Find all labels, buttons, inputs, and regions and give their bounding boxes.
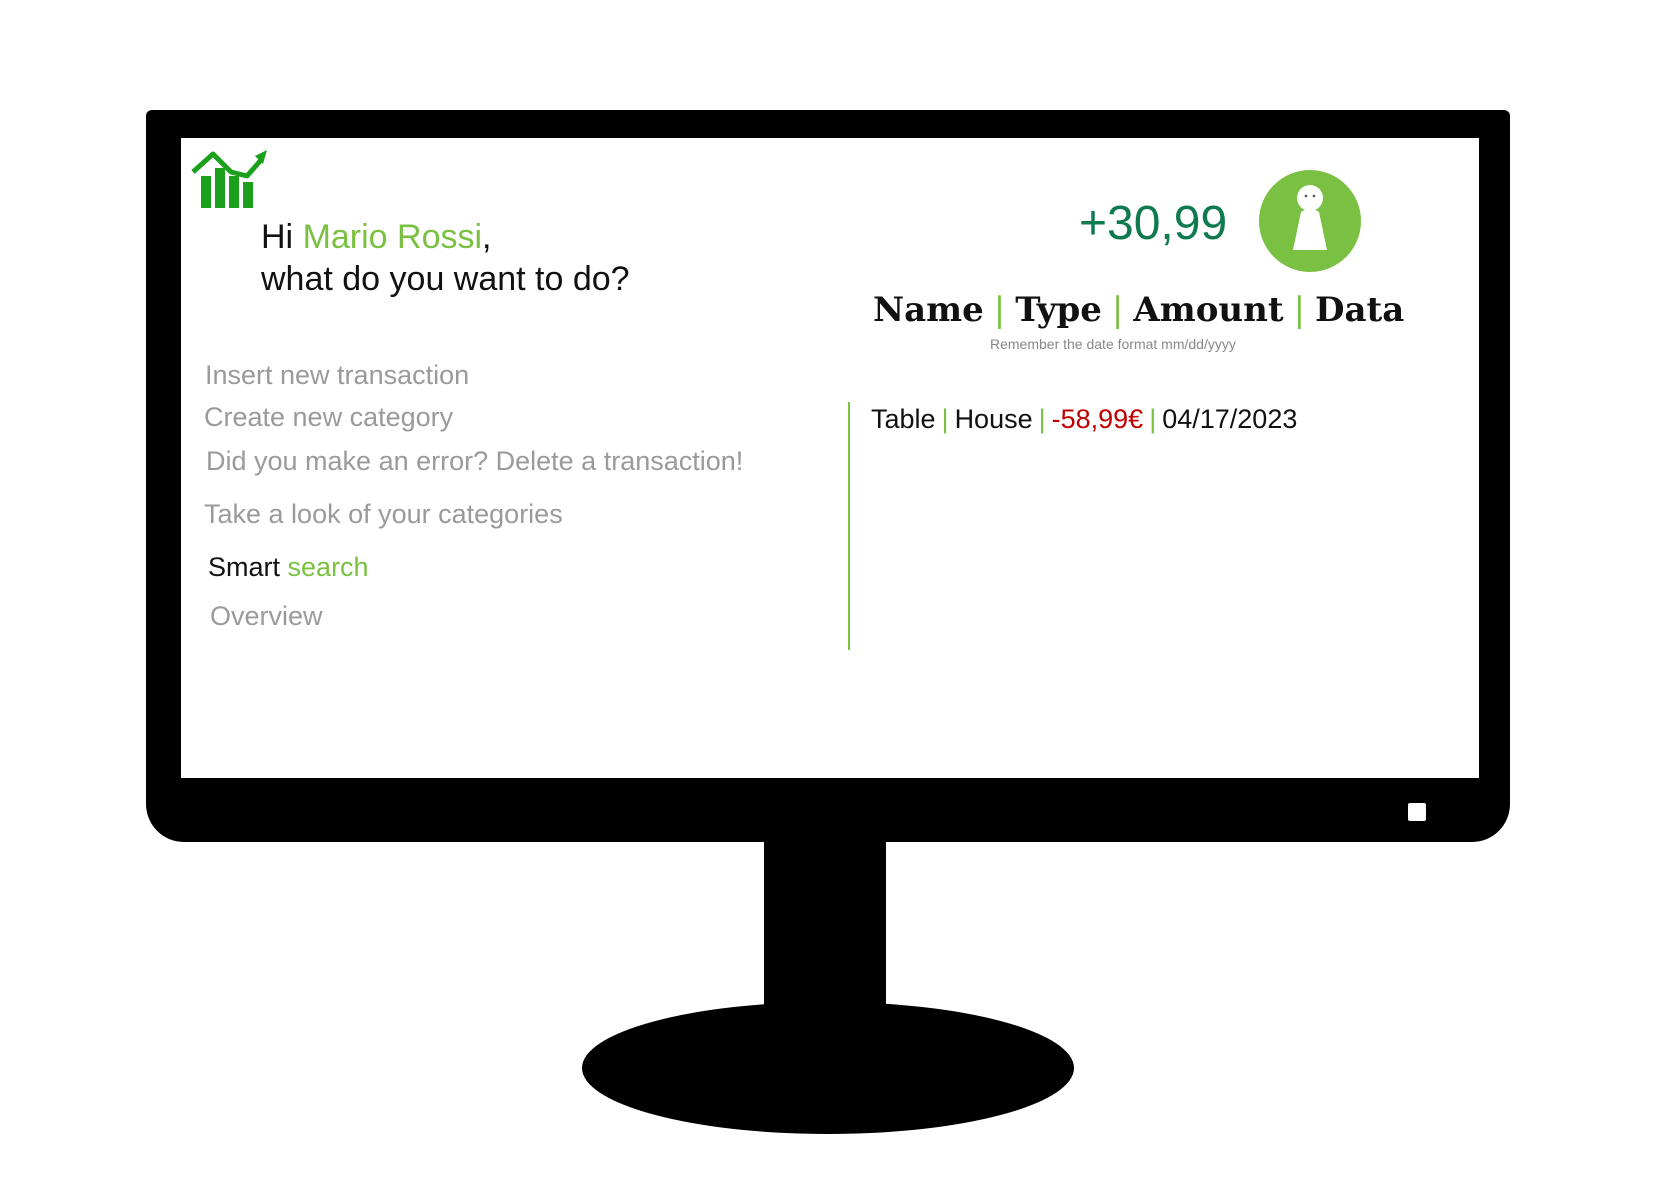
header-separator: | — [1293, 290, 1306, 330]
greeting-suffix: , — [482, 218, 492, 256]
row-amount: -58,99€ — [1051, 404, 1144, 434]
header-separator: | — [1111, 290, 1124, 330]
greeting-prefix: Hi — [261, 218, 303, 256]
menu-create-category[interactable]: Create new category — [204, 402, 453, 433]
growth-chart-icon[interactable] — [191, 146, 267, 210]
monitor-base — [582, 1002, 1074, 1134]
header-separator: | — [993, 290, 1006, 330]
menu-smart-search[interactable]: Smart search — [208, 552, 369, 583]
column-name[interactable]: Name — [873, 290, 984, 330]
smart-search-prefix: Smart — [208, 552, 281, 582]
table-row[interactable]: Table | House | -58,99€ | 04/17/2023 — [871, 404, 1297, 435]
row-separator: | — [1038, 404, 1046, 434]
menu-view-categories[interactable]: Take a look of your categories — [204, 499, 563, 530]
user-avatar-icon[interactable] — [1259, 170, 1361, 272]
row-name: Table — [871, 404, 936, 434]
smart-search-accent: search — [287, 552, 369, 582]
menu-delete-transaction[interactable]: Did you make an error? Delete a transact… — [206, 446, 743, 477]
person-silhouette-icon — [1293, 185, 1327, 250]
greeting-line: Hi Mario Rossi, — [261, 216, 630, 258]
monitor-screen: Hi Mario Rossi, what do you want to do? … — [181, 138, 1479, 778]
menu-insert-transaction[interactable]: Insert new transaction — [205, 360, 469, 391]
row-separator: | — [941, 404, 949, 434]
power-button[interactable] — [1408, 803, 1426, 821]
column-type[interactable]: Type — [1015, 290, 1102, 330]
panel-divider — [848, 402, 850, 650]
table-header: Name | Type | Amount | Data — [873, 290, 1404, 330]
row-type: House — [954, 404, 1033, 434]
balance-value: +30,99 — [1079, 197, 1228, 250]
stage: Hi Mario Rossi, what do you want to do? … — [0, 0, 1667, 1179]
monitor-neck — [764, 838, 886, 1016]
greeting-prompt: what do you want to do? — [261, 260, 630, 298]
date-format-hint: Remember the date format mm/dd/yyyy — [990, 336, 1236, 352]
column-data[interactable]: Data — [1315, 290, 1404, 330]
row-separator: | — [1149, 404, 1157, 434]
user-name: Mario Rossi — [302, 218, 483, 256]
menu-overview[interactable]: Overview — [210, 601, 323, 632]
column-amount[interactable]: Amount — [1133, 290, 1283, 330]
greeting: Hi Mario Rossi, what do you want to do? — [261, 216, 630, 300]
row-date: 04/17/2023 — [1162, 404, 1298, 434]
